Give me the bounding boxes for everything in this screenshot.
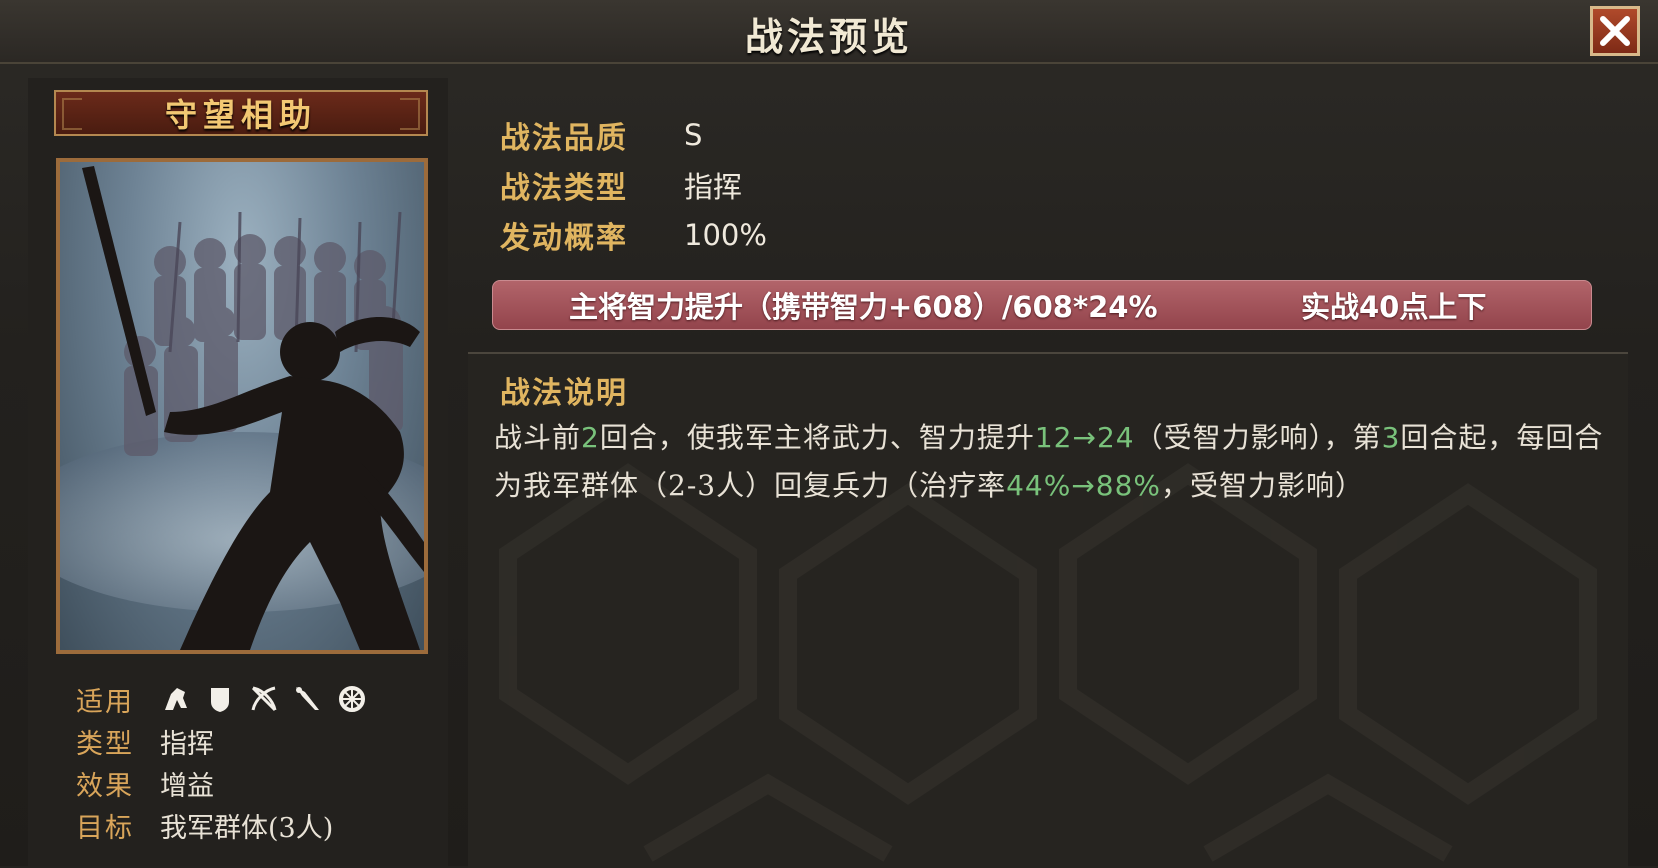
annotation-note: 实战40点上下 xyxy=(1301,290,1487,324)
cavalry-icon xyxy=(160,683,192,715)
attr-key: 目标 xyxy=(76,812,134,844)
header-bar: 战法预览 xyxy=(0,0,1658,64)
description-number: 2 xyxy=(581,421,600,454)
attr-value: 指挥 xyxy=(160,728,214,760)
description-segment: ，受智力影响） xyxy=(1161,469,1365,502)
skill-attributes: 适用 类型 指挥 效果 增益 目标 我军群体(3人) xyxy=(76,678,436,846)
unit-type-icons xyxy=(160,683,368,715)
attr-value: 我军群体(3人) xyxy=(160,812,334,844)
attr-key: 类型 xyxy=(76,728,134,760)
skill-name: 守望相助 xyxy=(164,96,317,134)
close-icon xyxy=(1600,16,1630,46)
attr-row-type: 类型 指挥 xyxy=(76,720,436,762)
description-segment: 回合，使我军主将武力、智力提升 xyxy=(599,421,1035,454)
info-value: 100% xyxy=(684,218,767,252)
info-key: 战法类型 xyxy=(500,171,628,206)
skill-card-panel: 守望相助 适用 类型 指挥 效果 增益 目标 我军群体(3人) xyxy=(28,78,448,866)
info-key: 发动概率 xyxy=(500,221,628,256)
info-value: S xyxy=(684,118,703,152)
spear-icon xyxy=(292,683,324,715)
info-row-quality: 战法品质 S xyxy=(500,110,767,160)
crossed-bows-icon xyxy=(248,683,280,715)
info-key: 战法品质 xyxy=(500,121,628,156)
info-row-rate: 发动概率 100% xyxy=(500,210,767,260)
attr-row-effect: 效果 增益 xyxy=(76,762,436,804)
skill-name-banner: 守望相助 xyxy=(54,90,428,136)
description-number: 3 xyxy=(1381,421,1401,454)
info-row-type: 战法类型 指挥 xyxy=(500,160,767,210)
attr-key: 适用 xyxy=(76,686,134,718)
description-panel: 战法说明 战斗前2回合，使我军主将武力、智力提升12→24（受智力影响），第3回… xyxy=(468,352,1628,868)
annotation-formula: 主将智力提升（携带智力+608）/608*24% xyxy=(569,290,1158,324)
attr-value: 增益 xyxy=(160,770,214,802)
attr-key: 效果 xyxy=(76,770,134,802)
page-title: 战法预览 xyxy=(744,14,913,59)
description-segment: 战斗前 xyxy=(494,421,582,454)
description-number: 44%→88% xyxy=(1006,469,1162,502)
skill-preview-screen: 战法预览 守望相助 适用 类型 指挥 效果 增益 目标 我军群体(3人) 战法品… xyxy=(0,0,1658,868)
description-text: 战斗前2回合，使我军主将武力、智力提升12→24（受智力影响），第3回合起，每回… xyxy=(494,414,1604,510)
description-segment: （受智力影响），第 xyxy=(1134,421,1382,454)
attr-row-target: 目标 我军群体(3人) xyxy=(76,804,436,846)
skill-info: 战法品质 S 战法类型 指挥 发动概率 100% xyxy=(500,110,767,260)
description-number: 12→24 xyxy=(1034,421,1135,454)
info-value: 指挥 xyxy=(684,170,743,204)
wheel-icon xyxy=(336,683,368,715)
annotation-bar: 主将智力提升（携带智力+608）/608*24% 实战40点上下 xyxy=(492,280,1592,330)
description-title: 战法说明 xyxy=(500,376,628,411)
skill-artwork xyxy=(56,158,428,654)
shield-icon xyxy=(204,683,236,715)
attr-row-applicable: 适用 xyxy=(76,678,436,720)
close-button[interactable] xyxy=(1590,6,1640,56)
